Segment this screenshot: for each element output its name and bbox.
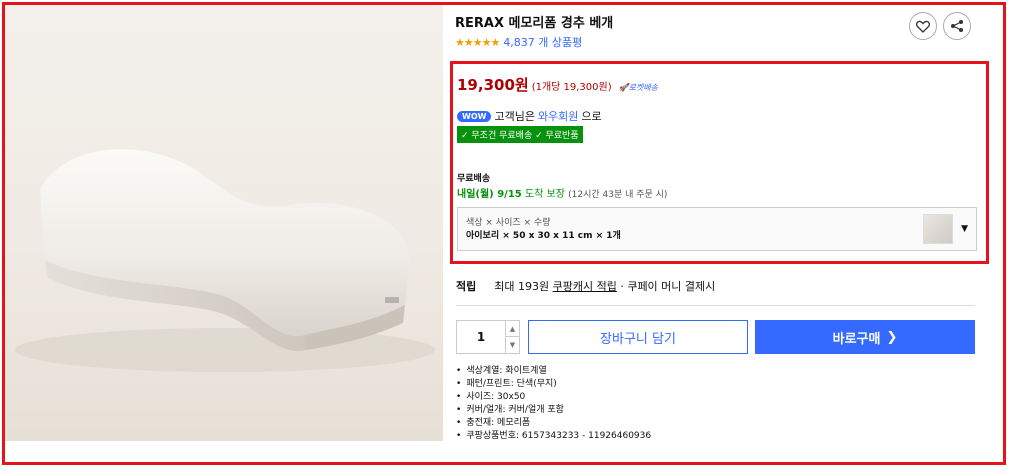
wow-badge: WOW — [457, 110, 492, 122]
rating-row: ★★★★★ 4,837 개 상품평 — [455, 34, 582, 50]
quantity-decrease-icon[interactable]: ▼ — [505, 337, 519, 353]
membership-text-suffix: 으로 — [581, 110, 602, 123]
heart-icon — [916, 20, 930, 33]
quantity-input[interactable]: 1 — [457, 321, 505, 353]
spec-item: 쿠팡상품번호: 6157343233 - 11926460936 — [456, 430, 651, 443]
membership-row: WOW 고객님은 와우회원 으로 — [457, 108, 602, 124]
product-image[interactable] — [5, 5, 443, 441]
spec-item: 커버/얼개: 커버/얼개 포함 — [456, 404, 651, 417]
membership-benefits-badge: ✓ 무조건 무료배송 ✓ 무료반품 — [457, 126, 583, 143]
points-suffix: · 쿠페이 머니 결제시 — [620, 280, 716, 293]
arrival-date: 내일(월) 9/15 — [457, 189, 522, 200]
membership-text: 고객님은 — [494, 110, 535, 123]
chevron-right-icon: ❯ — [886, 329, 898, 345]
share-icon — [951, 20, 963, 32]
quantity-increase-icon[interactable]: ▲ — [505, 321, 519, 337]
spec-list: 색상계열: 화이트계열 패턴/프린트: 단색(무지) 사이즈: 30x50 커버… — [456, 365, 651, 443]
spec-item: 충전재: 메모리폼 — [456, 417, 651, 430]
product-title: RERAX 메모리폼 경추 베개 — [455, 16, 614, 31]
rating-stars: ★★★★★ — [455, 35, 500, 49]
points-row: 적립 최대 193원 쿠팡캐시 적립 · 쿠페이 머니 결제시 — [456, 278, 715, 294]
caret-down-icon: ▼ — [961, 224, 968, 234]
arrival-guarantee: 도착 보장 — [524, 189, 565, 200]
wishlist-button[interactable] — [909, 12, 937, 40]
shipping-label: 무료배송 — [457, 174, 491, 184]
option-selector[interactable]: 색상 × 사이즈 × 수량 아이보리 × 50 x 30 x 11 cm × 1… — [457, 207, 977, 251]
arrival-row: 내일(월) 9/15 도착 보장 (12시간 43분 내 주문 시) — [457, 185, 667, 200]
unit-price: (1개당 19,300원) — [531, 82, 612, 93]
sale-price: 19,300원 — [457, 76, 529, 94]
membership-link[interactable]: 와우회원 — [538, 108, 578, 124]
divider — [456, 305, 975, 306]
quantity-stepper[interactable]: 1 ▲ ▼ — [456, 320, 520, 354]
points-label: 적립 — [456, 280, 477, 293]
option-label: 색상 × 사이즈 × 수량 — [466, 218, 551, 228]
price-row: 19,300원 (1개당 19,300원) 🚀로켓배송 — [457, 74, 658, 95]
buy-now-label: 바로구매 — [832, 331, 881, 347]
spec-item: 패턴/프린트: 단색(무지) — [456, 378, 651, 391]
buy-now-button[interactable]: 바로구매 ❯ — [755, 320, 975, 354]
coupang-cash-link[interactable]: 쿠팡캐시 적립 — [553, 280, 617, 293]
order-deadline: (12시간 43분 내 주문 시) — [568, 190, 668, 200]
highlight-border-price-section: 19,300원 (1개당 19,300원) 🚀로켓배송 WOW 고객님은 와우회원… — [450, 61, 989, 264]
option-thumbnail — [923, 214, 953, 244]
spec-item: 사이즈: 30x50 — [456, 391, 651, 404]
spec-item: 색상계열: 화이트계열 — [456, 365, 651, 378]
option-value: 아이보리 × 50 x 30 x 11 cm × 1개 — [466, 231, 621, 241]
add-to-cart-button[interactable]: 장바구니 담기 — [528, 320, 748, 354]
review-count-link[interactable]: 4,837 개 상품평 — [503, 34, 582, 50]
points-amount: 최대 193원 — [494, 280, 550, 293]
pillow-illustration — [15, 149, 435, 372]
rocket-delivery-badge: 🚀로켓배송 — [618, 83, 659, 92]
share-button[interactable] — [943, 12, 971, 40]
